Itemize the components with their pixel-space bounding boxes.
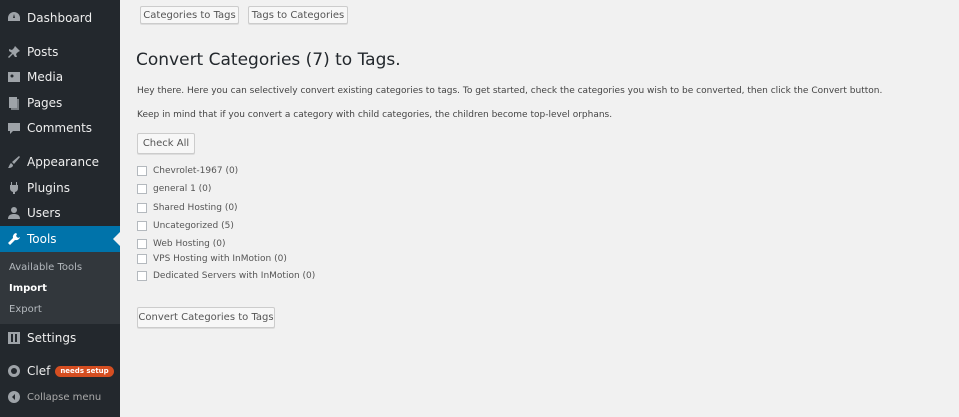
collapse-arrow-icon bbox=[7, 390, 21, 404]
menu-item-media[interactable]: Media bbox=[0, 65, 120, 89]
menu-item-plugins[interactable]: Plugins bbox=[0, 176, 120, 200]
menu-item-clef[interactable]: Clef needs setup bbox=[0, 359, 120, 383]
clef-icon bbox=[7, 364, 21, 378]
dashboard-icon bbox=[7, 11, 21, 25]
category-label: general 1 (0) bbox=[153, 184, 212, 194]
needs-setup-badge: needs setup bbox=[55, 365, 114, 377]
menu-label-tools: Tools bbox=[27, 232, 57, 246]
menu-item-posts[interactable]: Posts bbox=[0, 40, 120, 64]
category-checkbox[interactable] bbox=[137, 166, 147, 176]
menu-item-appearance[interactable]: Appearance bbox=[0, 150, 120, 174]
comment-icon bbox=[7, 121, 21, 135]
plug-icon bbox=[7, 181, 21, 195]
category-label: Shared Hosting (0) bbox=[153, 203, 238, 213]
menu-item-pages[interactable]: Pages bbox=[0, 91, 120, 115]
category-row-shared-hosting[interactable]: Shared Hosting (0) bbox=[137, 203, 238, 213]
submenu-item-import[interactable]: Import bbox=[9, 283, 47, 294]
tools-submenu: Available Tools Import Export bbox=[0, 252, 120, 324]
tags-to-categories-button[interactable]: Tags to Categories bbox=[248, 6, 348, 24]
user-icon bbox=[7, 206, 21, 220]
menu-item-tools[interactable]: Tools bbox=[0, 226, 120, 252]
brush-icon bbox=[7, 155, 21, 169]
menu-item-comments[interactable]: Comments bbox=[0, 116, 120, 140]
menu-label-settings: Settings bbox=[27, 331, 77, 345]
menu-label-comments: Comments bbox=[27, 121, 93, 135]
category-checkbox[interactable] bbox=[137, 184, 147, 194]
orphan-note-text: Keep in mind that if you convert a categ… bbox=[137, 110, 613, 120]
category-checkbox[interactable] bbox=[137, 239, 147, 249]
menu-item-settings[interactable]: Settings bbox=[0, 326, 120, 350]
menu-label-users: Users bbox=[27, 206, 61, 220]
menu-label-appearance: Appearance bbox=[27, 155, 100, 169]
menu-label-posts: Posts bbox=[27, 45, 59, 59]
pages-icon bbox=[7, 96, 21, 110]
category-checkbox[interactable] bbox=[137, 254, 147, 264]
intro-text: Hey there. Here you can selectively conv… bbox=[137, 86, 883, 96]
category-row-web-hosting[interactable]: Web Hosting (0) bbox=[137, 239, 226, 249]
page-title: Convert Categories (7) to Tags. bbox=[136, 50, 401, 70]
pin-icon bbox=[7, 45, 21, 59]
collapse-menu-button[interactable]: Collapse menu bbox=[0, 385, 120, 409]
wrench-icon bbox=[7, 232, 21, 246]
menu-label-media: Media bbox=[27, 70, 64, 84]
convert-categories-button[interactable]: Convert Categories to Tags bbox=[137, 307, 275, 328]
category-row-uncategorized[interactable]: Uncategorized (5) bbox=[137, 221, 234, 231]
media-icon bbox=[7, 70, 21, 84]
submenu-item-export[interactable]: Export bbox=[9, 304, 42, 315]
category-row-chevrolet-1967[interactable]: Chevrolet-1967 (0) bbox=[137, 166, 238, 176]
menu-label-clef: Clef bbox=[27, 364, 51, 378]
menu-item-dashboard[interactable]: Dashboard bbox=[0, 6, 120, 30]
submenu-item-available-tools[interactable]: Available Tools bbox=[9, 262, 82, 273]
category-checkbox[interactable] bbox=[137, 221, 147, 231]
categories-to-tags-button[interactable]: Categories to Tags bbox=[140, 6, 239, 24]
settings-icon bbox=[7, 331, 21, 345]
category-label: Chevrolet-1967 (0) bbox=[153, 166, 239, 176]
category-label: Uncategorized (5) bbox=[153, 221, 234, 231]
check-all-button[interactable]: Check All bbox=[137, 133, 195, 154]
category-checkbox[interactable] bbox=[137, 203, 147, 213]
category-label: Web Hosting (0) bbox=[153, 239, 226, 249]
admin-sidebar: Dashboard Posts Media Pages Comments App… bbox=[0, 0, 120, 417]
collapse-menu-label: Collapse menu bbox=[27, 391, 102, 403]
category-row-dedicated-servers[interactable]: Dedicated Servers with InMotion (0) bbox=[137, 271, 315, 281]
category-row-general-1[interactable]: general 1 (0) bbox=[137, 184, 211, 194]
category-checkbox[interactable] bbox=[137, 271, 147, 281]
category-label: VPS Hosting with InMotion (0) bbox=[153, 254, 287, 264]
category-row-vps-hosting[interactable]: VPS Hosting with InMotion (0) bbox=[137, 254, 287, 264]
menu-item-users[interactable]: Users bbox=[0, 201, 120, 225]
category-label: Dedicated Servers with InMotion (0) bbox=[153, 271, 316, 281]
menu-label-pages: Pages bbox=[27, 96, 63, 110]
menu-label-plugins: Plugins bbox=[27, 181, 70, 195]
active-menu-arrow bbox=[113, 232, 120, 246]
menu-label-dashboard: Dashboard bbox=[27, 11, 93, 25]
